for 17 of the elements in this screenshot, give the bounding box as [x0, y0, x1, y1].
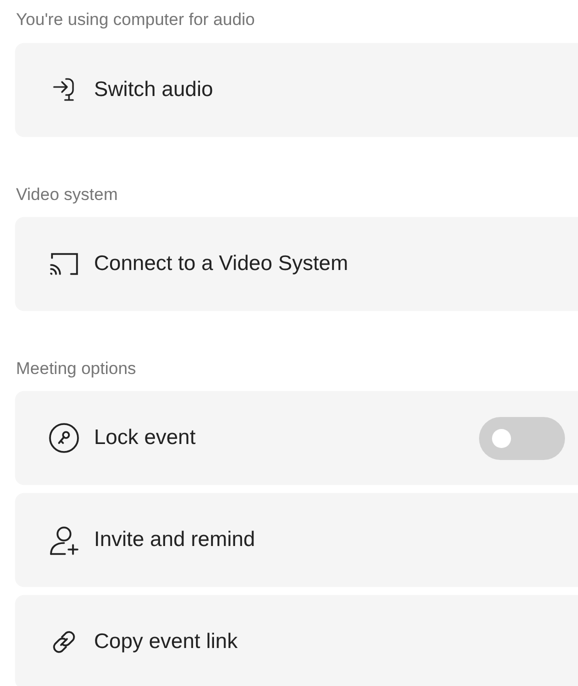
menu-item[interactable]: Copy event link [15, 595, 578, 686]
section-heading: You're using computer for audio [16, 10, 256, 30]
cast-icon [48, 251, 80, 277]
section-heading: Video system [16, 185, 119, 205]
menu-item[interactable]: Switch audio [15, 43, 578, 137]
option-label: Connect to a Video System [94, 252, 350, 276]
option-row[interactable]: Lock event [15, 391, 578, 485]
option-label: Switch audio [94, 78, 214, 102]
key-icon [48, 422, 80, 454]
menu-item[interactable]: Connect to a Video System [15, 217, 578, 311]
add-person-icon [48, 524, 80, 556]
menu-item[interactable]: Invite and remind [15, 493, 578, 587]
option-label: Lock event [94, 426, 197, 450]
option-label: Copy event link [94, 630, 239, 654]
option-label: Invite and remind [94, 528, 256, 552]
toggle-switch[interactable] [479, 416, 565, 460]
section-heading: Meeting options [16, 359, 138, 379]
